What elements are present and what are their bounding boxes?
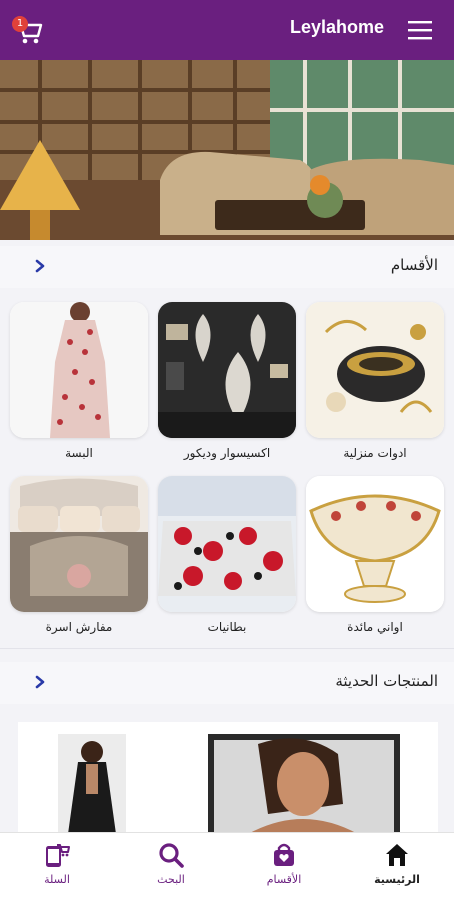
- categories-section-title: الأقسام: [390, 256, 438, 274]
- phone-cart-icon: [46, 844, 70, 867]
- category-label: ادوات منزلية: [343, 446, 407, 460]
- menu-button[interactable]: [408, 19, 432, 41]
- category-image: [306, 302, 444, 438]
- category-image: [306, 476, 444, 612]
- category-bedspreads[interactable]: مفارش اسرة: [10, 476, 148, 634]
- nav-categories[interactable]: الأقسام: [239, 841, 329, 886]
- category-clothing[interactable]: البسة: [10, 302, 148, 460]
- search-icon: [159, 843, 184, 868]
- nav-home[interactable]: الرئيسية: [352, 841, 442, 886]
- bottom-navigation: الرئيسية الأقسام البحث السلة: [0, 832, 454, 900]
- new-products-list: [18, 722, 438, 834]
- category-label: بطانيات: [207, 620, 247, 634]
- nav-label: البحث: [157, 873, 185, 886]
- section-divider: [0, 648, 454, 649]
- chevron-right-icon: [35, 675, 45, 689]
- home-icon: [386, 844, 408, 866]
- chevron-right-icon: [35, 259, 45, 273]
- category-image: [10, 302, 148, 438]
- category-blankets[interactable]: بطانيات: [158, 476, 296, 634]
- category-label: اواني مائدة: [347, 620, 403, 634]
- category-image: [158, 476, 296, 612]
- categories-section-header: الأقسام: [0, 246, 454, 288]
- hamburger-icon: [408, 21, 432, 40]
- nav-cart[interactable]: السلة: [12, 841, 102, 886]
- app-header: 1 Leylahome: [0, 0, 454, 60]
- new-products-section-header: المنتجات الحديثة: [0, 662, 454, 704]
- new-products-section-title: المنتجات الحديثة: [335, 672, 438, 690]
- nav-label: الرئيسية: [374, 873, 420, 886]
- product-image[interactable]: [58, 734, 126, 834]
- new-products-more-button[interactable]: [32, 674, 48, 690]
- shopping-bag-icon: [274, 843, 294, 866]
- category-accessories-decor[interactable]: اكسيسوار وديكور: [158, 302, 296, 460]
- cart-button[interactable]: 1: [10, 14, 44, 46]
- nav-search[interactable]: البحث: [126, 841, 216, 886]
- category-label: مفارش اسرة: [45, 620, 113, 634]
- category-label: اكسيسوار وديكور: [183, 446, 271, 460]
- nav-label: السلة: [44, 873, 70, 886]
- product-image[interactable]: [208, 734, 400, 834]
- category-label: البسة: [65, 446, 93, 460]
- category-home-tools[interactable]: ادوات منزلية: [306, 302, 444, 460]
- category-image: [10, 476, 148, 612]
- category-tableware[interactable]: اواني مائدة: [306, 476, 444, 634]
- categories-more-button[interactable]: [32, 258, 48, 274]
- cart-count-badge: 1: [12, 16, 28, 32]
- nav-label: الأقسام: [266, 873, 302, 886]
- app-title: Leylahome: [289, 17, 384, 37]
- category-image: [158, 302, 296, 438]
- hero-banner-image[interactable]: [0, 60, 454, 240]
